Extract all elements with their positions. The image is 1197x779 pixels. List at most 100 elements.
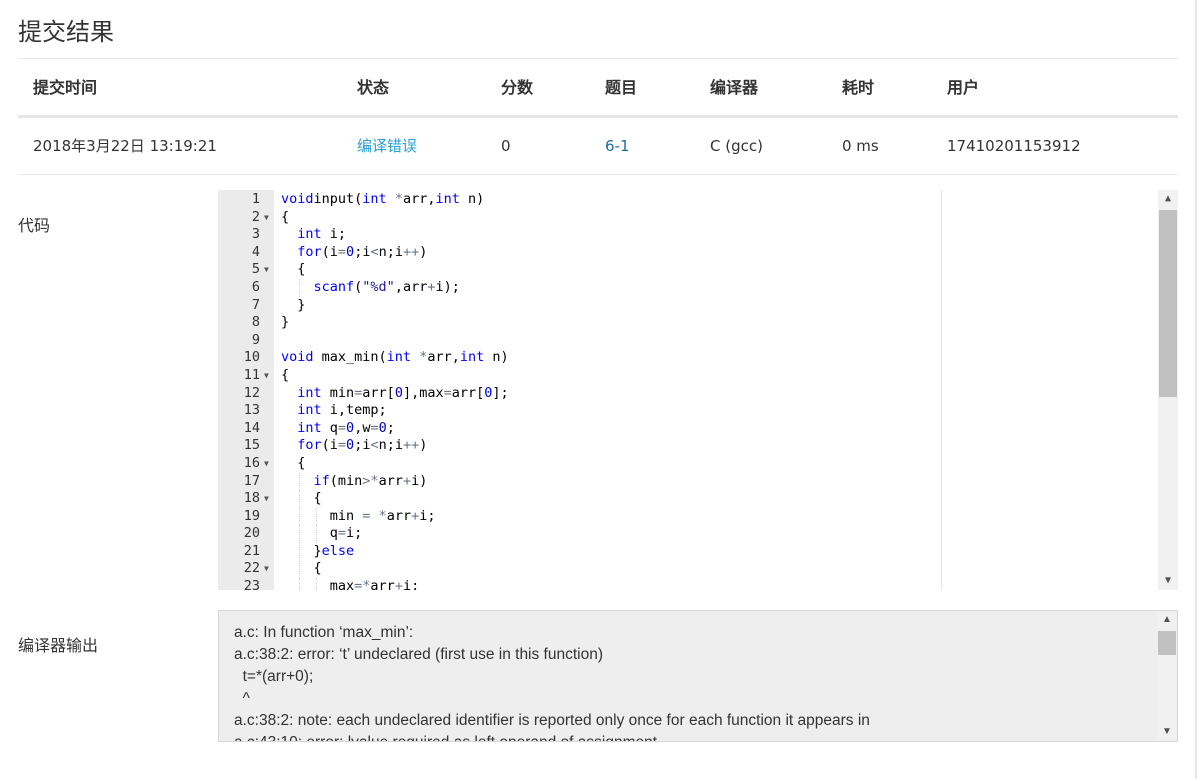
indent-guide <box>299 525 301 543</box>
code-text: q=i; <box>330 525 363 543</box>
submit-time: 2018年3月22日 13:19:21 <box>33 137 217 155</box>
code-token: = <box>337 419 347 436</box>
code-token: + <box>394 578 403 590</box>
chevron-up-icon[interactable]: ▲ <box>1157 611 1177 629</box>
code-line: 9 <box>218 332 1157 350</box>
score-value: 0 <box>501 137 511 155</box>
code-token: { <box>281 366 290 383</box>
chevron-down-icon[interactable]: ▼ <box>1158 572 1178 590</box>
line-number: 19 <box>243 507 260 524</box>
code-token: 0 <box>346 437 355 454</box>
code-text: { <box>281 367 289 385</box>
table-row: 2018年3月22日 13:19:21 编译错误 0 6-1 C (gcc) 0… <box>18 118 1178 175</box>
code-token: + <box>411 507 420 524</box>
line-number: 2 <box>251 208 260 225</box>
code-token: max_min( <box>313 349 387 366</box>
code-token: max <box>329 578 355 590</box>
code-scrollbar-thumb[interactable] <box>1159 210 1177 397</box>
code-line: 1 voidinput(int *arr,int n) <box>218 191 1157 209</box>
status-link[interactable]: 编译错误 <box>357 118 417 174</box>
code-token: min <box>321 384 355 401</box>
code-token: = <box>443 384 452 401</box>
line-number: 14 <box>243 419 260 436</box>
output-scrollbar[interactable]: ▲ ▼ <box>1157 611 1177 741</box>
code-text: int i; <box>297 226 346 244</box>
code-text: int q=0,w=0; <box>297 420 395 438</box>
code-text: { <box>314 560 322 578</box>
output-line: a.c: In function ‘max_min’: <box>234 624 414 641</box>
code-token: } <box>281 314 290 331</box>
fold-arrow-icon[interactable]: ▼ <box>264 261 269 279</box>
fold-arrow-icon[interactable]: ▼ <box>264 367 269 385</box>
code-token: i) <box>411 472 428 489</box>
indent-guide <box>299 578 301 590</box>
code-text: } <box>297 297 305 315</box>
code-editor[interactable]: 1 voidinput(int *arr,int n) 2 ▼{3 int i; 4 for… <box>218 190 1178 590</box>
code-line: 6 scanf("%d",arr+i); <box>218 278 1157 297</box>
page-title: 提交结果 <box>18 18 114 46</box>
code-token: < <box>370 243 379 260</box>
header-submit-time: 提交时间 <box>33 78 98 97</box>
chevron-up-icon[interactable]: ▲ <box>1158 190 1178 208</box>
code-token: * <box>411 349 428 366</box>
code-text: if(min>*arr+i) <box>314 473 428 491</box>
code-line: 20 q=i; <box>218 525 1157 543</box>
code-token: = <box>337 243 347 260</box>
header-problem: 题目 <box>605 78 638 97</box>
line-number: 21 <box>243 542 260 559</box>
code-line: 5 ▼ { <box>218 261 1157 279</box>
code-token: 0 <box>346 419 355 436</box>
output-line: a.c:38:2: note: each undeclared identifi… <box>234 712 870 729</box>
header-score: 分数 <box>501 78 534 97</box>
code-scrollbar[interactable]: ▲ ▼ <box>1158 190 1178 590</box>
line-number: 8 <box>251 314 260 331</box>
fold-arrow-icon[interactable]: ▼ <box>264 490 269 508</box>
code-token: int <box>297 402 322 419</box>
compiler-value: C (gcc) <box>710 137 763 155</box>
code-line: 13 int i,temp; <box>218 402 1157 420</box>
code-text: } <box>281 314 289 332</box>
code-line: 23 max=*arr+i; <box>218 578 1157 590</box>
code-token: < <box>370 437 379 454</box>
code-token: n;i <box>378 243 403 260</box>
code-token: input( <box>313 191 363 207</box>
code-text: { <box>281 209 289 227</box>
line-number: 5 <box>251 261 260 278</box>
code-line: 10 void max_min(int *arr,int n) <box>218 349 1157 367</box>
problem-link[interactable]: 6-1 <box>605 118 630 174</box>
code-token: int <box>386 349 412 366</box>
code-line: 2 ▼ { <box>218 209 1157 227</box>
compiler-output-box[interactable]: a.c: In function ‘max_min’: a.c:38:2: err… <box>218 610 1178 742</box>
indent-guide <box>299 542 301 561</box>
code-text: for(i=0;i<n;i++) <box>297 437 427 455</box>
code-token: i,temp; <box>321 402 387 419</box>
compiler-output-label: 编译器输出 <box>18 636 99 655</box>
code-token: } <box>313 542 322 559</box>
code-token: i; <box>419 507 436 524</box>
code-token: n) <box>459 191 485 207</box>
code-token: arr[ <box>362 384 395 401</box>
output-scrollbar-thumb[interactable] <box>1158 631 1176 655</box>
code-token: 0 <box>346 243 355 260</box>
code-text: }else <box>314 543 355 561</box>
fold-arrow-icon[interactable]: ▼ <box>264 560 269 578</box>
code-token: n;i <box>378 437 403 454</box>
fold-arrow-icon[interactable]: ▼ <box>264 209 269 227</box>
code-token: ,w <box>354 419 371 436</box>
chevron-down-icon[interactable]: ▼ <box>1157 723 1177 741</box>
code-token: (min <box>329 472 363 489</box>
code-token: arr <box>370 578 395 590</box>
fold-arrow-icon[interactable]: ▼ <box>264 455 269 473</box>
code-token: + <box>402 472 412 489</box>
indent-guide <box>315 525 317 543</box>
code-token: = <box>370 419 379 436</box>
code-token: { <box>313 560 322 577</box>
code-line: 19 min = *arr+i; <box>218 507 1157 526</box>
indent-guide <box>315 507 317 526</box>
line-number: 13 <box>243 402 260 419</box>
indent-guide <box>299 278 301 297</box>
line-number: 16 <box>243 454 260 471</box>
code-lines: 1 voidinput(int *arr,int n) 2 ▼{3 int i; 4 for… <box>218 191 1157 590</box>
code-token: min <box>329 507 363 524</box>
line-number: 1 <box>251 191 260 207</box>
